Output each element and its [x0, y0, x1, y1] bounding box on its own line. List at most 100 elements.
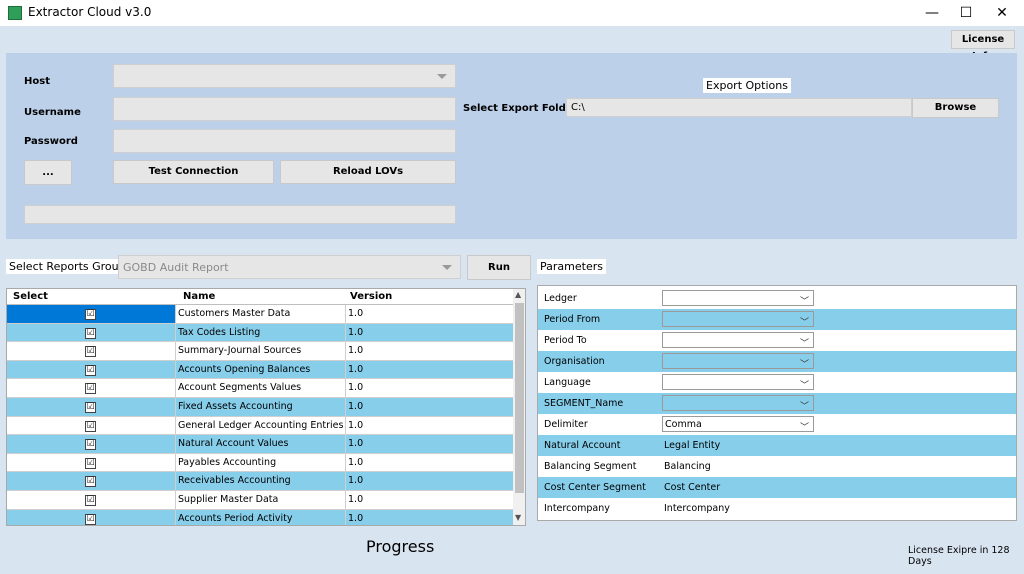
- param-value[interactable]: Cost Center: [664, 482, 720, 493]
- select-cell[interactable]: ☑: [7, 305, 176, 323]
- select-cell[interactable]: ☑: [7, 472, 176, 490]
- segment-name-combobox[interactable]: ﹀: [662, 395, 814, 412]
- param-label: Intercompany: [544, 503, 610, 514]
- row-checkbox[interactable]: ☑: [85, 309, 96, 320]
- select-cell[interactable]: ☑: [7, 379, 176, 397]
- table-row[interactable]: ☑ Payables Accounting 1.0: [7, 453, 513, 473]
- select-cell[interactable]: ☑: [7, 342, 176, 360]
- password-field[interactable]: [113, 129, 456, 153]
- organisation-combobox[interactable]: ﹀: [662, 353, 814, 370]
- name-cell: General Ledger Accounting Entries: [176, 416, 346, 435]
- param-label: SEGMENT_Name: [544, 398, 624, 409]
- table-row[interactable]: ☑ Customers Master Data 1.0: [7, 305, 513, 324]
- row-checkbox[interactable]: ☑: [85, 346, 96, 358]
- row-checkbox[interactable]: ☑: [85, 420, 96, 432]
- window-title: Extractor Cloud v3.0: [28, 5, 152, 19]
- table-row[interactable]: ☑ Receivables Accounting 1.0: [7, 472, 513, 491]
- export-options-label: Export Options: [703, 78, 791, 93]
- version-cell: 1.0: [348, 363, 364, 375]
- grid-header: Select Name Version: [7, 289, 513, 305]
- version-cell: 1.0: [348, 308, 364, 319]
- param-label: Language: [544, 377, 591, 388]
- ledger-combobox[interactable]: ﹀: [662, 290, 814, 307]
- minimize-button[interactable]: —: [914, 0, 950, 26]
- column-header-version[interactable]: Version: [350, 291, 392, 302]
- chevron-down-icon: ﹀: [799, 360, 809, 370]
- username-label: Username: [24, 107, 81, 118]
- select-cell[interactable]: ☑: [7, 323, 176, 342]
- status-field: [24, 205, 456, 224]
- name-cell: Customers Master Data: [176, 305, 346, 323]
- scroll-down-icon[interactable]: ▼: [515, 513, 521, 522]
- name-cell: Fixed Assets Accounting: [176, 398, 346, 416]
- table-row[interactable]: ☑ Fixed Assets Accounting 1.0: [7, 398, 513, 417]
- version-cell: 1.0: [348, 475, 364, 487]
- row-checkbox[interactable]: ☑: [85, 457, 96, 469]
- app-icon: [8, 6, 22, 20]
- select-cell[interactable]: ☑: [7, 360, 176, 379]
- select-cell[interactable]: ☑: [7, 416, 176, 435]
- select-cell[interactable]: ☑: [7, 509, 176, 525]
- username-field[interactable]: [113, 97, 456, 121]
- version-cell: 1.0: [348, 456, 364, 468]
- host-combobox[interactable]: [113, 64, 456, 88]
- chevron-down-icon: ﹀: [799, 402, 809, 412]
- select-cell[interactable]: ☑: [7, 398, 176, 416]
- param-label: Organisation: [544, 356, 605, 367]
- test-connection-button[interactable]: Test Connection: [113, 160, 274, 184]
- table-row[interactable]: ☑ Natural Account Values 1.0: [7, 435, 513, 454]
- license-info-button[interactable]: License Info: [951, 30, 1015, 62]
- param-row-intercompany: Intercompany Intercompany: [538, 498, 1016, 519]
- name-cell: Receivables Accounting: [176, 472, 346, 490]
- browse-button[interactable]: Browse: [912, 98, 999, 118]
- row-checkbox[interactable]: ☑: [85, 383, 96, 395]
- row-checkbox[interactable]: ☑: [85, 364, 96, 376]
- param-value[interactable]: Balancing: [664, 461, 711, 472]
- language-combobox[interactable]: ﹀: [662, 374, 814, 391]
- scrollbar-thumb[interactable]: [515, 303, 524, 493]
- name-cell: Natural Account Values: [176, 435, 346, 453]
- select-cell[interactable]: ☑: [7, 435, 176, 453]
- select-cell[interactable]: ☑: [7, 491, 176, 509]
- row-checkbox[interactable]: ☑: [85, 327, 96, 339]
- param-label: Cost Center Segment: [544, 482, 646, 493]
- name-cell: Account Segments Values: [176, 379, 346, 397]
- param-label: Period To: [544, 335, 587, 346]
- row-checkbox[interactable]: ☑: [85, 402, 96, 413]
- reports-grid: Select Name Version ☑ Customers Master D…: [6, 288, 526, 526]
- export-folder-field[interactable]: C:\: [566, 98, 912, 117]
- param-row-cost-center-segment: Cost Center Segment Cost Center: [538, 477, 1016, 498]
- table-row[interactable]: ☑ Accounts Opening Balances 1.0: [7, 360, 513, 380]
- table-row[interactable]: ☑ Supplier Master Data 1.0: [7, 491, 513, 510]
- table-row[interactable]: ☑ Account Segments Values 1.0: [7, 379, 513, 398]
- row-checkbox[interactable]: ☑: [85, 476, 96, 488]
- table-row[interactable]: ☑ Tax Codes Listing 1.0: [7, 323, 513, 343]
- table-row[interactable]: ☑ Summary-Journal Sources 1.0: [7, 342, 513, 361]
- version-cell: 1.0: [348, 494, 364, 505]
- close-button[interactable]: ✕: [984, 0, 1020, 26]
- param-row-natural-account: Natural Account Legal Entity: [538, 435, 1016, 456]
- param-row-delimiter: Delimiter Comma ﹀: [538, 414, 1016, 435]
- table-row[interactable]: ☑ General Ledger Accounting Entries 1.0: [7, 416, 513, 436]
- scroll-up-icon[interactable]: ▲: [515, 290, 521, 299]
- delimiter-combobox[interactable]: Comma ﹀: [662, 416, 814, 433]
- param-value[interactable]: Legal Entity: [664, 440, 720, 451]
- run-button[interactable]: Run: [467, 255, 531, 280]
- table-row[interactable]: ☑ Accounts Period Activity 1.0: [7, 509, 513, 525]
- grid-scrollbar[interactable]: ▲ ▼: [513, 289, 525, 525]
- row-checkbox[interactable]: ☑: [85, 495, 96, 506]
- period-from-combobox[interactable]: ﹀: [662, 311, 814, 328]
- select-cell[interactable]: ☑: [7, 453, 176, 472]
- progress-label: Progress: [366, 537, 435, 556]
- period-to-combobox[interactable]: ﹀: [662, 332, 814, 349]
- more-options-button[interactable]: ...: [24, 160, 72, 185]
- column-header-name[interactable]: Name: [183, 291, 215, 302]
- param-value[interactable]: Intercompany: [664, 503, 730, 514]
- column-header-select[interactable]: Select: [13, 291, 48, 302]
- reports-group-combobox[interactable]: GOBD Audit Report: [118, 255, 461, 279]
- reload-lovs-button[interactable]: Reload LOVs: [280, 160, 456, 184]
- row-checkbox[interactable]: ☑: [85, 513, 96, 525]
- param-row-period-to: Period To ﹀: [538, 330, 1016, 351]
- maximize-button[interactable]: ☐: [948, 0, 984, 26]
- row-checkbox[interactable]: ☑: [85, 439, 96, 451]
